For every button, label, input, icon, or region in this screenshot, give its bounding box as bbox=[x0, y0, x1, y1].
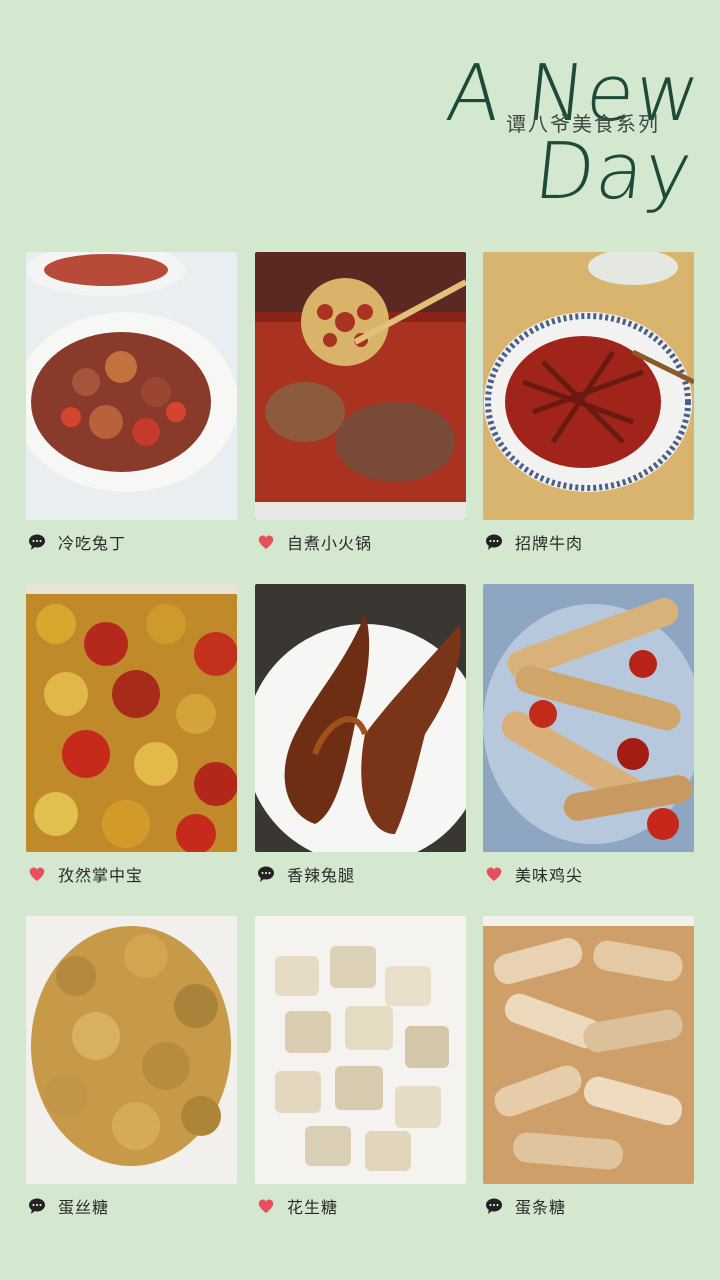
food-card[interactable]: 自煮小火锅 bbox=[255, 252, 466, 553]
food-card[interactable]: 香辣兔腿 bbox=[255, 584, 466, 885]
caption: 招牌牛肉 bbox=[483, 532, 694, 553]
comment-icon[interactable] bbox=[485, 1197, 503, 1215]
heart-icon[interactable] bbox=[28, 865, 46, 883]
food-photo[interactable] bbox=[483, 252, 694, 520]
caption: 冷吃兔丁 bbox=[26, 532, 237, 553]
food-photo[interactable] bbox=[483, 584, 694, 852]
food-card[interactable]: 美味鸡尖 bbox=[483, 584, 694, 885]
heart-icon[interactable] bbox=[257, 1197, 275, 1215]
comment-icon[interactable] bbox=[28, 1197, 46, 1215]
food-card[interactable]: 孜然掌中宝 bbox=[26, 584, 237, 885]
food-photo[interactable] bbox=[255, 584, 466, 852]
food-name: 蛋条糖 bbox=[515, 1198, 567, 1217]
comment-icon[interactable] bbox=[28, 533, 46, 551]
food-name: 美味鸡尖 bbox=[515, 866, 584, 885]
food-card[interactable]: 冷吃兔丁 bbox=[26, 252, 237, 553]
food-photo[interactable] bbox=[483, 916, 694, 1184]
caption: 自煮小火锅 bbox=[255, 532, 466, 553]
caption: 蛋条糖 bbox=[483, 1196, 694, 1217]
food-name: 孜然掌中宝 bbox=[58, 866, 144, 885]
food-photo[interactable] bbox=[26, 252, 237, 520]
food-name: 自煮小火锅 bbox=[287, 534, 373, 553]
food-name: 蛋丝糖 bbox=[58, 1198, 110, 1217]
page-subtitle: 谭八爷美食系列 bbox=[506, 112, 660, 136]
heart-icon[interactable] bbox=[485, 865, 503, 883]
comment-icon[interactable] bbox=[485, 533, 503, 551]
food-photo[interactable] bbox=[26, 584, 237, 852]
heart-icon[interactable] bbox=[257, 533, 275, 551]
food-card[interactable]: 蛋条糖 bbox=[483, 916, 694, 1217]
food-card[interactable]: 花生糖 bbox=[255, 916, 466, 1217]
food-photo[interactable] bbox=[26, 916, 237, 1184]
food-card[interactable]: 蛋丝糖 bbox=[26, 916, 237, 1217]
caption: 蛋丝糖 bbox=[26, 1196, 237, 1217]
food-photo[interactable] bbox=[255, 916, 466, 1184]
food-photo[interactable] bbox=[255, 252, 466, 520]
comment-icon[interactable] bbox=[257, 865, 275, 883]
food-name: 招牌牛肉 bbox=[515, 534, 584, 553]
caption: 美味鸡尖 bbox=[483, 864, 694, 885]
caption: 香辣兔腿 bbox=[255, 864, 466, 885]
food-name: 冷吃兔丁 bbox=[58, 534, 127, 553]
caption: 花生糖 bbox=[255, 1196, 466, 1217]
food-name: 花生糖 bbox=[287, 1198, 339, 1217]
food-name: 香辣兔腿 bbox=[287, 866, 356, 885]
food-card[interactable]: 招牌牛肉 bbox=[483, 252, 694, 553]
caption: 孜然掌中宝 bbox=[26, 864, 237, 885]
